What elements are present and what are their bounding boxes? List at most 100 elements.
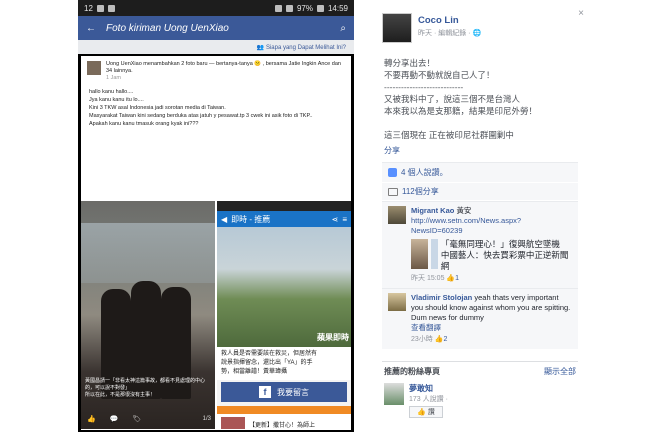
suggested-page-name[interactable]: 夢敢知 [409,383,448,394]
post-author-header: Coco Lin 昨天 · 編輯紀錄 · 🌐 × [374,0,586,43]
comment-author[interactable]: Migrant Kao [411,206,454,215]
back-arrow-icon[interactable]: ← [86,23,96,34]
news-section-bar [217,406,351,414]
suggested-pages-title: 推薦的粉絲專頁 [384,367,440,376]
news-text: 救人員是否需要該在救災，但居然有 說景指揮留念，還比出「YA」的手 勢，相當離譜… [217,347,351,380]
link-preview-thumbnail [430,239,438,269]
app-bar-title: Foto kiriman Uong UenXiao [106,22,229,34]
screen: 12 97% 14:59 ← Foto kiriman Uong UenXiao… [0,0,650,432]
app-bar: ← Foto kiriman Uong UenXiao ⌕ [78,16,354,40]
news-brand-watermark: 蘋果即時 [317,333,349,342]
news-app-icon: ◀ [221,214,228,224]
status-clock: 14:59 [327,3,348,13]
news-comment-button: f 我要留言 [221,382,347,402]
phone-screenshot: 12 97% 14:59 ← Foto kiriman Uong UenXiao… [78,0,354,432]
post-photos: 黃國昌請一「非看太神這篇事故，都看不見處理的中心的，可以說不對發」 所以在此，不… [81,201,351,429]
avatar[interactable] [87,61,101,75]
facebook-f-icon: f [259,386,271,398]
comment-like-count[interactable]: 1 [455,275,459,282]
photo-sky [81,223,215,283]
news-text-line: 勢，相當離譜！黃華瑋攝 [221,369,288,375]
news-item-title: 【更新】撒甘心！為師上 [249,422,316,429]
post-header: Uong UenXiao menambahkan 2 foto baru — b… [81,56,351,82]
photo-selfie[interactable]: 黃國昌請一「非看太神這篇事故，都看不見處理的中心的，可以說不對發」 所以在此，不… [81,201,215,429]
notification-icon [107,4,115,12]
author-name[interactable]: Coco Lin [418,15,481,26]
news-photo: 蘋果即時 [217,227,351,347]
suggested-page-likes: 173 人說讚 · [409,396,448,403]
battery-icon [316,4,324,12]
shares-count[interactable]: 112個分享 [402,186,439,197]
comment: Vladimir Stolojan yeah thats very import… [382,288,578,349]
privacy-icon: 👥 [256,45,266,51]
comment-footer: 昨天 15:05 👍1 [411,274,572,284]
post-card: Uong UenXiao menambahkan 2 foto baru — b… [81,56,351,430]
photo-action-icons[interactable]: 👍 💬 🏷 [87,415,147,423]
post-header-text: Uong UenXiao menambahkan 2 foto baru — b… [106,61,341,74]
photo-caption: 黃國昌請一「非看太神這篇事故，都看不見處理的中心的，可以說不對發」 所以在此，不… [85,378,211,399]
photo-news-screenshot[interactable]: ◀ 即時 - 推薦 ⋖ ≡ 蘋果即時 救人員是否需要該在救災，但居然有 說景指揮… [217,201,351,429]
comment-footer: 23小時 👍2 [411,335,572,345]
comment: Migrant Kao 黃安 http://www.setn.com/News.… [382,201,578,288]
avatar[interactable] [382,13,412,43]
link-preview-card[interactable]: 「毫無同理心！」復興航空墜機 中國藝人：快去買彩票中正逆新聞網 [411,239,572,272]
link-preview-title[interactable]: 「毫無同理心！」復興航空墜機 中國藝人：快去買彩票中正逆新聞網 [441,239,572,272]
close-icon[interactable]: × [578,8,584,19]
share-icon [388,187,398,196]
link-preview-thumbnail [411,239,428,269]
comment-body: Migrant Kao 黃安 http://www.setn.com/News.… [411,206,572,284]
privacy-link[interactable]: 👥 Siapa yang Dapat Melihat Ini? [78,40,354,54]
shares-summary[interactable]: 112個分享 [382,183,578,200]
post-timestamp[interactable]: 昨天 · 編輯紀錄 · 🌐 [418,28,481,38]
post-body: 轉分享出去！ 不要再動不動就說自己人了！ -------------------… [384,58,538,140]
photo-page-count: 1/3 [202,416,211,422]
status-notification-count: 12 [84,3,93,13]
see-all-link[interactable]: 顯示全部 [544,366,576,377]
comment-link[interactable]: http://www.setn.com/News.aspx?NewsID=602… [411,216,521,235]
photo-caption-line: 黃國昌請一「非看太神這篇事故，都看不見處理的中心的，可以說不對發」 [85,378,206,391]
news-thumbnail [221,417,245,429]
photo-caption-line: 所以在此，不是那很沒有主事！ [85,392,156,398]
avatar[interactable] [388,293,406,311]
comments-list: Migrant Kao 黃安 http://www.setn.com/News.… [382,201,578,349]
comment-time[interactable]: 23小時 [411,336,433,343]
notification-icon [96,4,104,12]
search-icon[interactable]: ⌕ [340,23,346,34]
menu-icon: ≡ [342,214,347,224]
news-status-bar [217,201,351,211]
news-text-line: 救人員是否需要該在救災，但居然有 [221,351,318,357]
avatar[interactable] [384,383,404,405]
comment-like-count[interactable]: 2 [443,336,447,343]
wifi-icon [274,4,282,12]
share-icon: ⋖ [331,214,339,224]
avatar[interactable] [388,206,406,224]
suggested-pages-header: 推薦的粉絲專頁 顯示全部 [374,362,586,381]
likes-summary[interactable]: 4 個人說讚。 [382,162,578,182]
comment-time[interactable]: 昨天 15:05 [411,275,444,282]
status-bar: 12 97% 14:59 [78,0,354,16]
post-time: 1 Jam [106,75,121,81]
like-icon [388,168,397,177]
signal-icon [285,4,293,12]
news-app-bar: ◀ 即時 - 推薦 ⋖ ≡ [217,211,351,227]
news-text-line: 說景指揮留念，還比出「YA」的手 [221,360,313,366]
news-app-title: 即時 - 推薦 [231,214,271,224]
like-page-button[interactable]: 👍 讚 [409,406,443,418]
like-page-label: 讚 [427,409,435,416]
like-icon: 👍 [446,275,456,282]
likes-count[interactable]: 4 個人說讚。 [401,167,448,178]
like-icon: 👍 [417,409,426,416]
comment-author[interactable]: Vladimir Stolojan [411,293,472,302]
news-item: 【更新】撒甘心！為師上 [217,414,351,429]
post-meta: Uong UenXiao menambahkan 2 foto baru — b… [106,61,345,82]
suggested-page: 夢敢知 173 人說讚 · 👍 讚 [374,381,586,420]
post-body: hallo kanu hallo.... Jya kanu kanu itu l… [89,89,313,127]
comment-body: Vladimir Stolojan yeah thats very import… [411,293,572,345]
comment-author-tail: 黃安 [456,206,472,215]
see-translation-link[interactable]: 查看翻譯 [411,323,441,332]
news-comment-label: 我要留言 [277,387,309,397]
photo-side-panel: Coco Lin 昨天 · 編輯紀錄 · 🌐 × 轉分享出去！ 不要再動不動就說… [374,0,586,432]
share-link[interactable]: 分享 [374,141,586,160]
privacy-link-label: Siapa yang Dapat Melihat Ini? [265,45,346,51]
battery-level: 97% [296,3,313,13]
